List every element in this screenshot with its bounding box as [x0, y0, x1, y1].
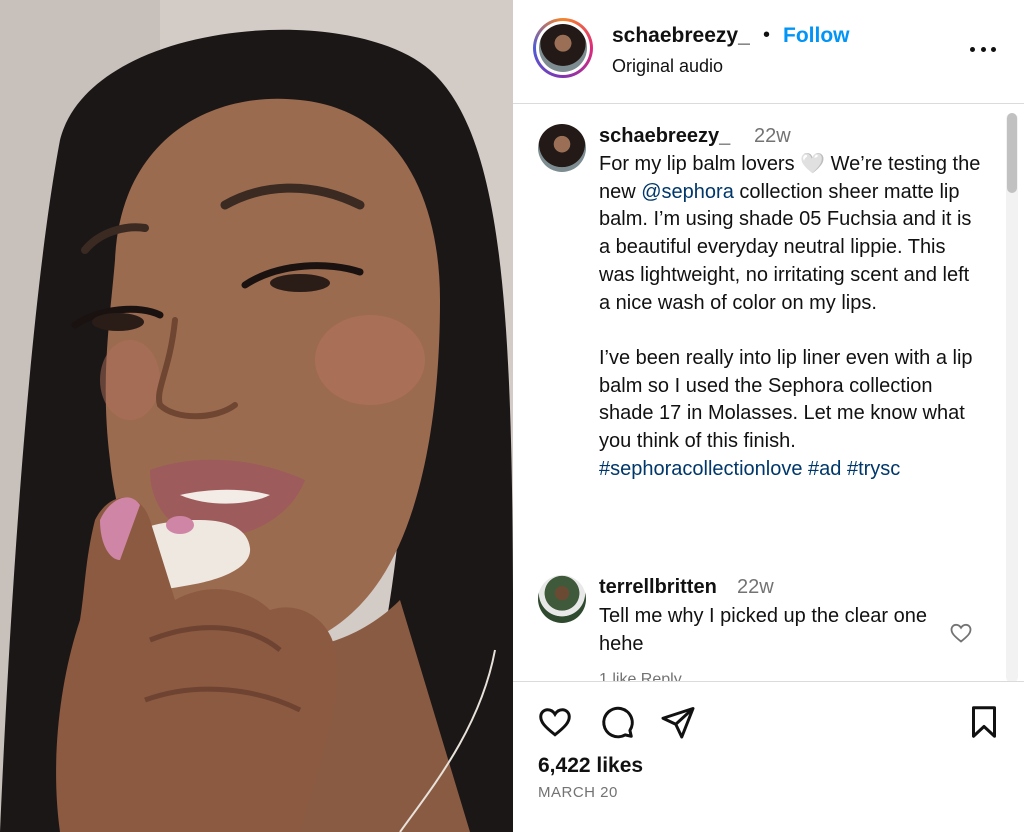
save-bookmark-icon[interactable]: [966, 704, 1002, 740]
comment-avatar[interactable]: [538, 575, 586, 623]
audio-link[interactable]: Original audio: [612, 56, 723, 77]
comment-time[interactable]: 22w: [737, 576, 774, 599]
caption-text-2: collection sheer matte lip balm. I’m usi…: [599, 180, 973, 453]
comment-text: Tell me why I picked up the clear one he…: [599, 605, 927, 655]
follow-button[interactable]: Follow: [783, 24, 850, 48]
comment-icon[interactable]: [599, 704, 635, 740]
avatar: [539, 24, 587, 72]
more-options-icon[interactable]: [970, 44, 996, 54]
share-paper-plane-icon[interactable]: [660, 704, 696, 740]
story-avatar[interactable]: [533, 18, 593, 78]
separator-dot: •: [763, 24, 771, 46]
like-heart-icon[interactable]: [537, 704, 573, 740]
caption-time[interactable]: 22w: [754, 125, 791, 148]
comment-meta[interactable]: 1 like Reply: [599, 671, 682, 681]
caption-avatar[interactable]: [538, 124, 586, 172]
post-panel: schaebreezy_ • Follow Original audio sch…: [513, 0, 1024, 832]
video-frame-image: [0, 0, 513, 832]
post-header: schaebreezy_ • Follow Original audio: [513, 0, 1024, 104]
caption-text: For my lip balm lovers 🤍 We’re testing t…: [599, 151, 984, 483]
mention-link[interactable]: @sephora: [641, 181, 734, 203]
post-date[interactable]: MARCH 20: [538, 784, 618, 801]
scrollbar[interactable]: [1006, 113, 1018, 681]
post-media[interactable]: [0, 0, 513, 832]
scrollbar-thumb[interactable]: [1007, 113, 1017, 193]
post-actions: 6,422 likes MARCH 20: [513, 681, 1024, 832]
comment-username[interactable]: terrellbritten: [599, 576, 717, 599]
likes-count[interactable]: 6,422 likes: [538, 754, 643, 778]
comment-like-heart-icon[interactable]: [949, 621, 973, 645]
caption-username[interactable]: schaebreezy_: [599, 125, 730, 148]
post-username[interactable]: schaebreezy_: [612, 24, 750, 48]
hashtags-link[interactable]: #sephoracollectionlove #ad #trysc: [599, 458, 900, 480]
comments-scroll-area[interactable]: schaebreezy_ 22w For my lip balm lovers …: [513, 105, 1024, 681]
